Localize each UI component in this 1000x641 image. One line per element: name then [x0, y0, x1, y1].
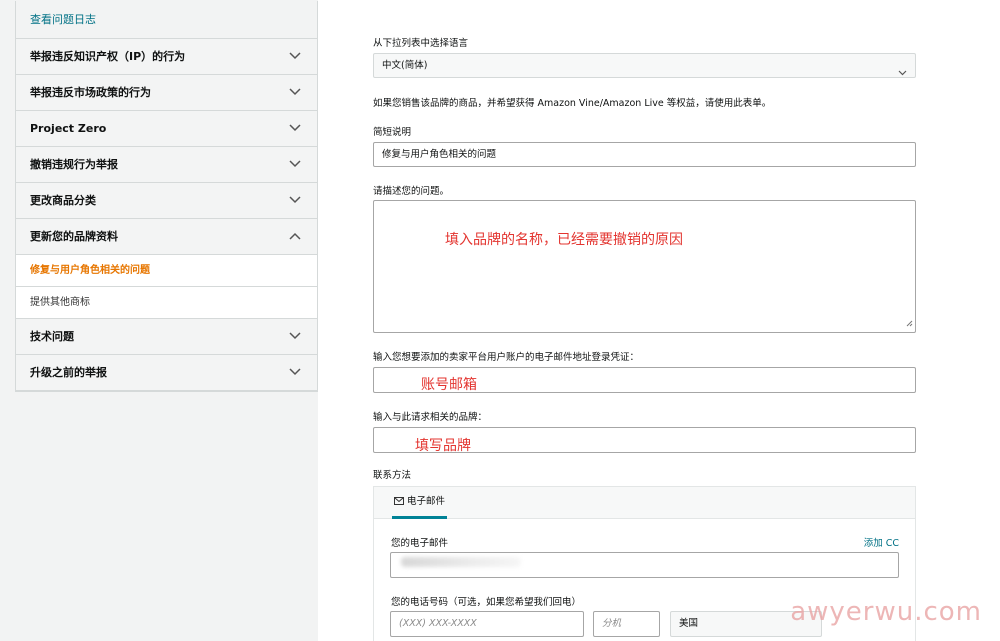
- language-select-value: 中文(简体): [382, 60, 428, 71]
- resize-grip-icon[interactable]: [906, 319, 913, 330]
- annotation-describe-issue: 填入品牌的名称，已经需要撤销的原因: [445, 232, 683, 248]
- chevron-up-icon: [289, 219, 303, 255]
- chevron-down-icon: [289, 355, 303, 391]
- extension-placeholder: 分机: [602, 618, 622, 629]
- brand-label: 输入与此请求相关的品牌：: [373, 412, 488, 423]
- sidebar-item-change-category[interactable]: 更改商品分类: [16, 183, 317, 219]
- describe-issue-label: 请描述您的问题。: [373, 186, 450, 197]
- sidebar-subitem-fix-user-role[interactable]: 修复与用户角色相关的问题: [16, 255, 317, 287]
- sidebar-item-label: 举报违反市场政策的行为: [30, 86, 151, 99]
- blurred-email-value: [401, 557, 521, 567]
- sidebar-item-label: Project Zero: [30, 122, 107, 135]
- form-info-text: 如果您销售该品牌的商品，并希望获得 Amazon Vine/Amazon Liv…: [373, 98, 772, 109]
- language-select[interactable]: 中文(简体): [373, 53, 916, 78]
- sidebar-item-project-zero[interactable]: Project Zero: [16, 111, 317, 147]
- chevron-down-icon: [289, 147, 303, 183]
- sidebar-item-label: 举报违反知识产权（IP）的行为: [30, 50, 186, 63]
- add-cc-link[interactable]: 添加 CC: [864, 535, 899, 549]
- chevron-down-icon: [289, 111, 303, 147]
- sidebar-item-policy-violation[interactable]: 举报违反市场政策的行为: [16, 75, 317, 111]
- annotation-fill-brand: 填写品牌: [415, 438, 471, 454]
- sidebar-item-technical-issue[interactable]: 技术问题: [16, 319, 317, 355]
- sidebar-item-update-brand[interactable]: 更新您的品牌资料: [16, 219, 317, 255]
- chevron-down-icon: [289, 39, 303, 75]
- your-email-input[interactable]: [390, 552, 899, 578]
- sidebar-item-ip-violation[interactable]: 举报违反知识产权（IP）的行为: [16, 39, 317, 75]
- chevron-down-icon: [898, 62, 907, 85]
- short-description-label: 简短说明: [373, 127, 412, 138]
- view-issue-log-link[interactable]: 查看问题日志: [16, 1, 317, 39]
- sidebar-item-label: 升级之前的举报: [30, 366, 107, 379]
- sidebar-accordion: 查看问题日志 举报违反知识产权（IP）的行为 举报违反市场政策的行为 Proje…: [15, 1, 318, 392]
- phone-label: 您的电话号码（可选，如果您希望我们回电）: [391, 597, 582, 608]
- tab-email[interactable]: 电子邮件: [392, 487, 448, 519]
- envelope-icon: [394, 497, 404, 505]
- chevron-down-icon: [289, 75, 303, 111]
- describe-issue-textarea[interactable]: [373, 200, 916, 333]
- country-select-value: 美国: [679, 618, 699, 629]
- short-description-input[interactable]: 修复与用户角色相关的问题: [373, 142, 916, 167]
- sidebar-item-escalate-report[interactable]: 升级之前的举报: [16, 355, 317, 391]
- sidebar-subitem-other-trademark[interactable]: 提供其他商标: [16, 287, 317, 319]
- email-credentials-label: 输入您想要添加的卖家平台用户账户的电子邮件地址登录凭证：: [373, 352, 640, 363]
- sidebar-item-label: 更新您的品牌资料: [30, 230, 118, 243]
- chevron-down-icon: [289, 319, 303, 355]
- watermark-text: awyerwu.com: [790, 597, 982, 627]
- extension-input[interactable]: 分机: [593, 611, 660, 637]
- short-description-value: 修复与用户角色相关的问题: [382, 149, 497, 160]
- sidebar-item-label: 技术问题: [30, 330, 74, 343]
- your-email-label: 您的电子邮件: [391, 538, 449, 549]
- contact-tab-bar: 电子邮件: [374, 487, 915, 519]
- contact-method-label: 联系方法: [373, 470, 412, 481]
- sidebar-item-label: 更改商品分类: [30, 194, 96, 207]
- phone-input[interactable]: (XXX) XXX-XXXX: [390, 611, 584, 637]
- language-label: 从下拉列表中选择语言: [373, 38, 469, 49]
- phone-placeholder: (XXX) XXX-XXXX: [399, 618, 477, 629]
- tab-email-label: 电子邮件: [407, 496, 446, 507]
- annotation-account-email: 账号邮箱: [421, 377, 477, 393]
- chevron-down-icon: [289, 183, 303, 219]
- sidebar-item-label: 撤销违规行为举报: [30, 158, 118, 171]
- sidebar-item-withdraw-report[interactable]: 撤销违规行为举报: [16, 147, 317, 183]
